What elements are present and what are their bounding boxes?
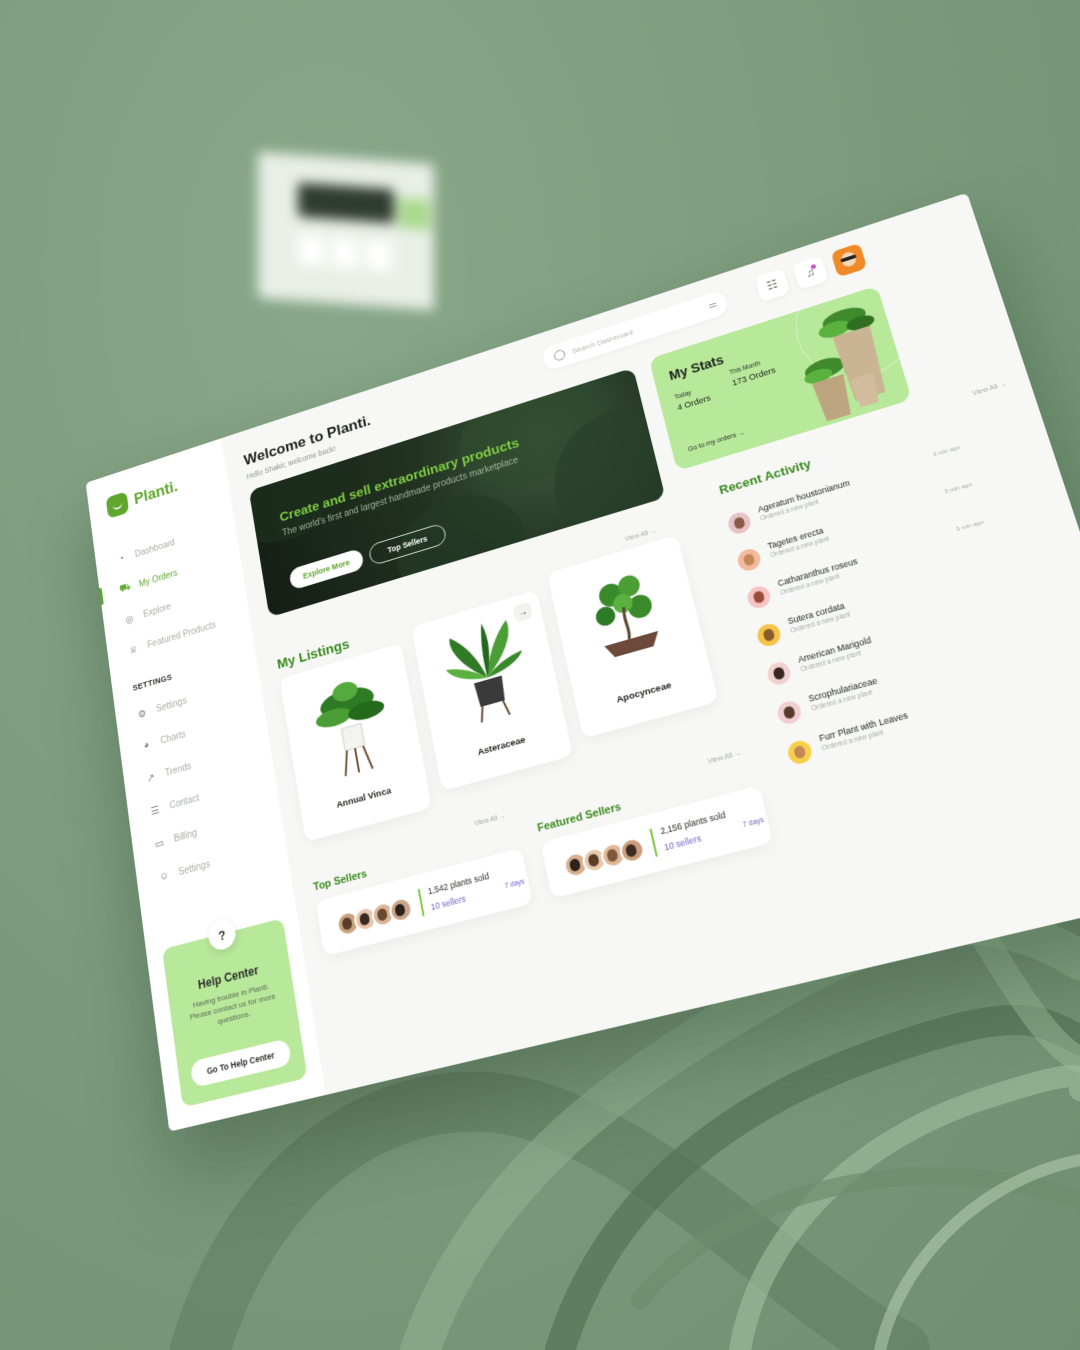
notification-dot [810,263,817,270]
avatar [765,659,793,688]
time-period: 7 days [504,878,526,891]
messages-button[interactable]: ☷ [754,267,791,303]
main-nav: ◔ Dashboard ⛟ My Orders ◎ Explore ♕ Feat… [95,508,252,673]
nav-label: Contact [168,792,200,812]
time-period: 7 days [742,816,766,830]
nav-label: Settings [155,695,188,715]
seller-avatars [561,835,647,880]
search-placeholder: Search Dashboard [571,327,634,355]
listing-name: Apocynceae [615,680,673,706]
card-icon: ▭ [154,836,165,851]
dashboard-icon: ◔ [117,553,125,565]
listing-card[interactable]: Apocynceae [546,534,719,739]
chat-icon: ☷ [765,277,780,293]
avatar [745,583,773,611]
help-center-button[interactable]: Go To Help Center [189,1038,292,1089]
featured-sellers-view-all[interactable]: View All → [707,750,742,766]
avatar [775,698,804,727]
plant-image [593,572,662,660]
explore-more-button[interactable]: Explore More [288,547,365,591]
gear-icon: ⚙ [137,707,147,721]
stats-title: My Stats [667,352,726,383]
nav-label: My Orders [138,568,178,590]
sellers-count: 10 sellers [663,832,703,853]
top-sellers-card[interactable]: 1,542 plants sold 10 sellers 7 days [315,847,533,957]
filter-icon[interactable]: ⚌ [707,299,718,311]
main-content: Welcome to Planti. Hello Shakir, welcome… [221,193,1080,1095]
seller-avatars [335,895,415,939]
top-sellers-view-all[interactable]: View All → [474,813,507,828]
user-icon: ☺ [158,869,170,884]
nav-label: Dashboard [134,537,176,560]
plant-image [446,619,526,736]
nav-label: Trends [164,760,192,779]
activity-time: 3 min ago [932,444,962,459]
pie-chart-icon: ◕ [142,739,150,752]
go-to-orders-link[interactable]: Go to my orders → [687,430,745,454]
avatar [726,509,753,537]
listing-card[interactable]: Annual Vinca [279,643,432,842]
nav-label: Billing [173,827,198,845]
compass-icon: ◎ [124,613,135,626]
plants-sold: 1,542 plants sold [427,870,490,897]
listing-card[interactable]: → Asteraceae [411,589,573,792]
trophy-icon: ♕ [128,643,139,657]
trend-icon: ↗ [146,771,156,785]
logo-icon [105,491,130,519]
question-icon: ? [206,916,238,953]
avatar [735,546,763,574]
featured-sellers-card[interactable]: 2,156 plants sold 10 sellers 7 days [540,785,774,899]
dashboard-window: Planti. ◔ Dashboard ⛟ My Orders ◎ Explor… [85,192,1080,1132]
avatar [785,738,815,767]
sellers-count: 10 sellers [429,893,467,913]
nav-label: Explore [142,601,172,620]
user-avatar[interactable] [830,242,868,278]
search-icon [553,348,567,362]
activity-view-all[interactable]: View All → [972,381,1008,398]
logo-text: Planti. [132,477,179,508]
plant-image [314,678,386,790]
help-center-card: ? Help Center Having trouble in Planti. … [162,916,308,1108]
plants-sold: 2,156 plants sold [659,809,727,837]
logo[interactable]: Planti. [105,475,179,519]
avatar [755,621,783,649]
nav-label: Settings [177,858,211,878]
notifications-button[interactable]: ♫ [792,255,829,290]
truck-icon: ⛟ [118,581,132,595]
message-icon: ☰ [150,803,161,818]
nav-label: Charts [159,729,187,747]
